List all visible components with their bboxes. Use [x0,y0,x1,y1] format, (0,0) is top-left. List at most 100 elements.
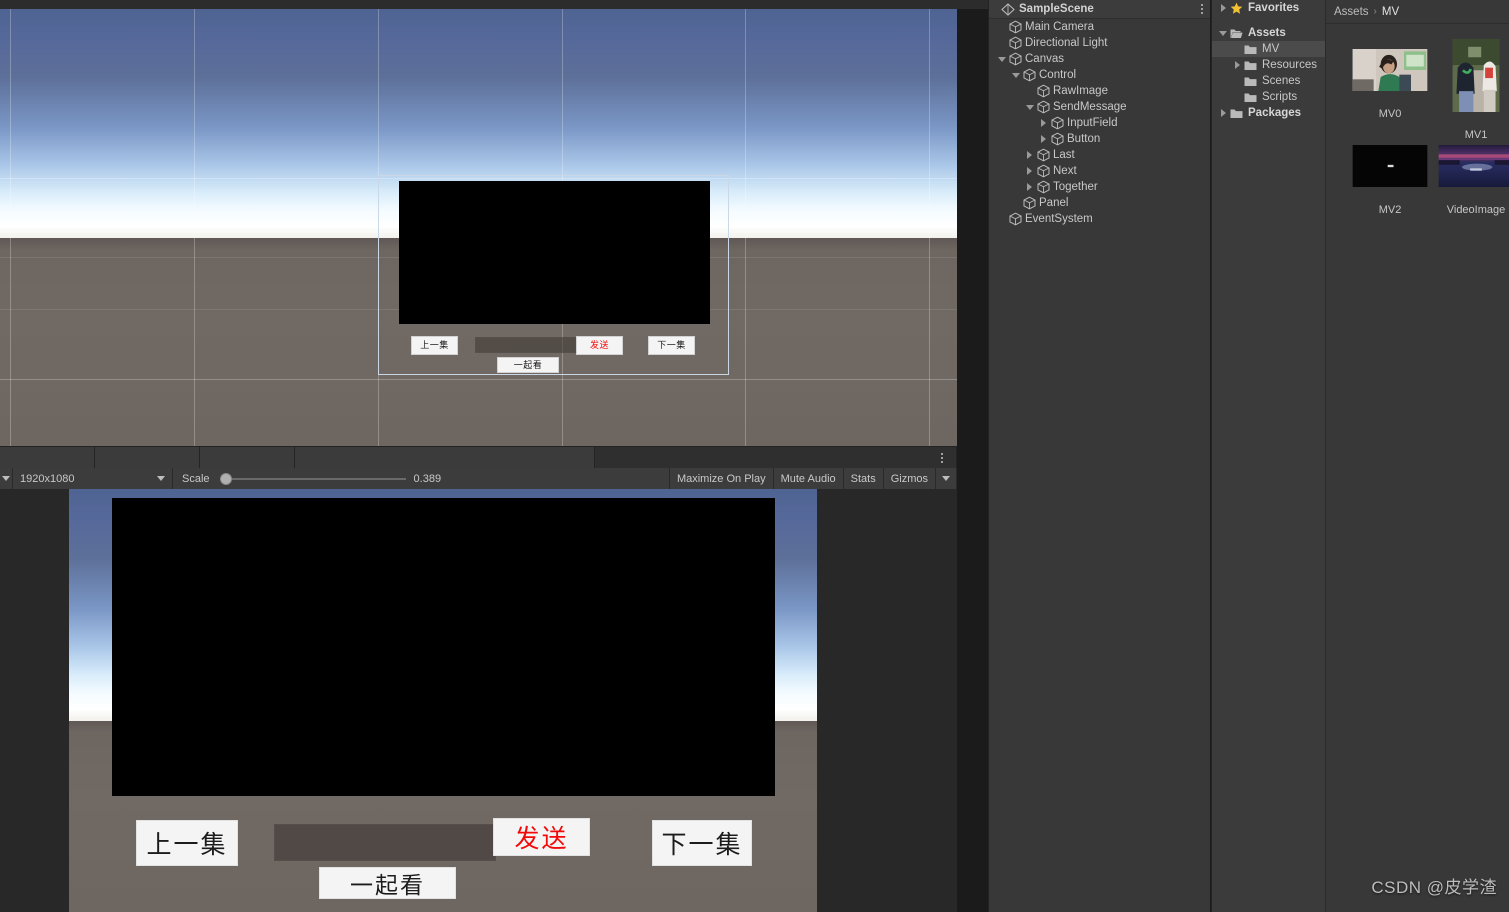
hierarchy-item-label: Directional Light [1025,37,1108,49]
scene-send-button[interactable]: 发送 [576,336,623,355]
game-view-more-options-icon[interactable] [935,450,949,466]
asset-item[interactable]: MV2 [1348,133,1432,216]
chevron-right-icon [1027,167,1032,175]
hierarchy-tree[interactable]: Main Camera Directional Light Canvas Contro… [989,19,1210,912]
maximize-on-play-button[interactable]: Maximize On Play [669,468,774,489]
project-tree-item-mv[interactable]: MV [1212,41,1325,57]
hierarchy-item-label: RawImage [1053,85,1108,97]
chevron-right-icon [1220,4,1226,12]
hierarchy-item-rawimage[interactable]: RawImage [989,83,1210,99]
expand-toggle[interactable] [1023,183,1036,191]
hierarchy-item-label: Main Camera [1025,21,1095,33]
expand-toggle[interactable] [1009,72,1022,78]
project-tree-label: Assets [1248,27,1286,39]
asset-thumbnail[interactable] [1434,133,1509,199]
hierarchy-item-eventsystem[interactable]: EventSystem [989,211,1210,227]
asset-item[interactable]: VideoImage [1434,133,1509,216]
scene-prev-button[interactable]: 上一集 [411,336,458,355]
hierarchy-item-label: InputField [1067,117,1118,129]
hierarchy-item-directional-light[interactable]: Directional Light [989,35,1210,51]
scale-slider-handle[interactable] [219,472,232,485]
hierarchy-more-options-icon[interactable] [1201,4,1203,14]
chevron-down-icon [2,476,10,481]
scene-next-button[interactable]: 下一集 [648,336,695,355]
mute-audio-button[interactable]: Mute Audio [773,468,844,489]
project-tree-item-scenes[interactable]: Scenes [1212,73,1325,89]
scene-input-field[interactable] [475,337,576,353]
folder-icon [1230,108,1244,119]
project-tree-item-assets[interactable]: Assets [1212,25,1325,41]
scale-slider[interactable] [219,472,406,485]
stats-button[interactable]: Stats [843,468,884,489]
hierarchy-item-last[interactable]: Last [989,147,1210,163]
hierarchy-item-label: Button [1067,133,1101,145]
chevron-right-icon [1027,151,1032,159]
expand-toggle[interactable] [995,56,1008,62]
project-tree-item-scripts[interactable]: Scripts [1212,89,1325,105]
gameobject-icon [1008,20,1023,34]
hierarchy-item-label: Control [1039,69,1077,81]
scene-expand-toggle[interactable] [993,0,1001,18]
game-view-toolbar-area: 1920x1080 Scale 0.389 Maximize On Play M… [0,446,957,490]
expand-toggle[interactable] [1216,109,1230,117]
chevron-down-icon [997,56,1006,62]
prev-episode-button[interactable]: 上一集 [136,820,238,866]
gizmos-button[interactable]: Gizmos [883,468,936,489]
folder-icon [1244,92,1258,103]
watch-together-button[interactable]: 一起看 [319,867,456,899]
hierarchy-item-main-camera[interactable]: Main Camera [989,19,1210,35]
project-tree-item-resources[interactable]: Resources [1212,57,1325,73]
resolution-dropdown[interactable]: 1920x1080 [13,468,173,489]
hierarchy-item-panel[interactable]: Panel [989,195,1210,211]
hierarchy-item-control[interactable]: Control [989,67,1210,83]
scene-together-button[interactable]: 一起看 [497,357,559,373]
expand-toggle[interactable] [1037,135,1050,143]
hierarchy-item-inputfield[interactable]: InputField [989,115,1210,131]
hierarchy-item-sendmessage[interactable]: SendMessage [989,99,1210,115]
expand-toggle[interactable] [1023,151,1036,159]
chevron-right-icon [1234,61,1240,69]
asset-item[interactable]: MV0 [1348,37,1432,120]
scale-control[interactable]: Scale 0.389 [173,468,670,489]
folder-open-icon [1230,28,1244,39]
asset-thumbnail[interactable] [1348,133,1432,199]
asset-thumbnail[interactable] [1348,37,1432,103]
hierarchy-item-button[interactable]: Button [989,131,1210,147]
chevron-down-icon [942,476,950,481]
message-input-field[interactable] [274,824,496,861]
send-button[interactable]: 发送 [493,818,590,856]
next-episode-button[interactable]: 下一集 [652,820,752,866]
scene-canvas-rect-gizmo[interactable]: 上一集 发送 下一集 一起看 [378,175,729,375]
folder-icon [1244,44,1258,55]
expand-toggle[interactable] [1216,4,1230,12]
project-folder-tree[interactable]: Favorites Assets MV Resources Scenes Scripts P… [1212,0,1326,912]
breadcrumb[interactable]: Assets › MV [1326,0,1509,24]
gizmos-dropdown[interactable] [936,468,957,489]
asset-thumbnail[interactable] [1434,27,1509,124]
expand-toggle[interactable] [1023,104,1036,110]
chevron-right-icon [1041,135,1046,143]
expand-toggle[interactable] [1216,30,1230,36]
project-tree-item-packages[interactable]: Packages [1212,105,1325,121]
game-view[interactable]: 上一集 发送 下一集 一起看 [0,489,957,912]
hierarchy-item-together[interactable]: Together [989,179,1210,195]
scene-view[interactable]: 上一集 发送 下一集 一起看 [0,9,957,446]
project-tree-item-favorites[interactable]: Favorites [1212,0,1325,16]
display-dropdown[interactable] [0,468,13,489]
expand-toggle[interactable] [1230,61,1244,69]
game-view-tab-strip[interactable] [0,447,957,468]
asset-label: VideoImage [1446,204,1506,216]
gameobject-icon [1022,196,1037,210]
project-panel: Favorites Assets MV Resources Scenes Scripts P… [1211,0,1509,912]
asset-item[interactable]: MV1 [1434,27,1509,141]
hierarchy-item-label: EventSystem [1025,213,1093,225]
watermark: CSDN @皮学渣 [1371,878,1497,897]
chevron-down-icon [1219,30,1227,36]
hierarchy-scene-row[interactable]: SampleScene [989,0,1210,19]
hierarchy-item-next[interactable]: Next [989,163,1210,179]
asset-grid[interactable]: MV0 MV1 MV2 VideoImage [1326,25,1509,912]
breadcrumb-root[interactable]: Assets [1334,6,1369,18]
expand-toggle[interactable] [1023,167,1036,175]
expand-toggle[interactable] [1037,119,1050,127]
hierarchy-item-canvas[interactable]: Canvas [989,51,1210,67]
